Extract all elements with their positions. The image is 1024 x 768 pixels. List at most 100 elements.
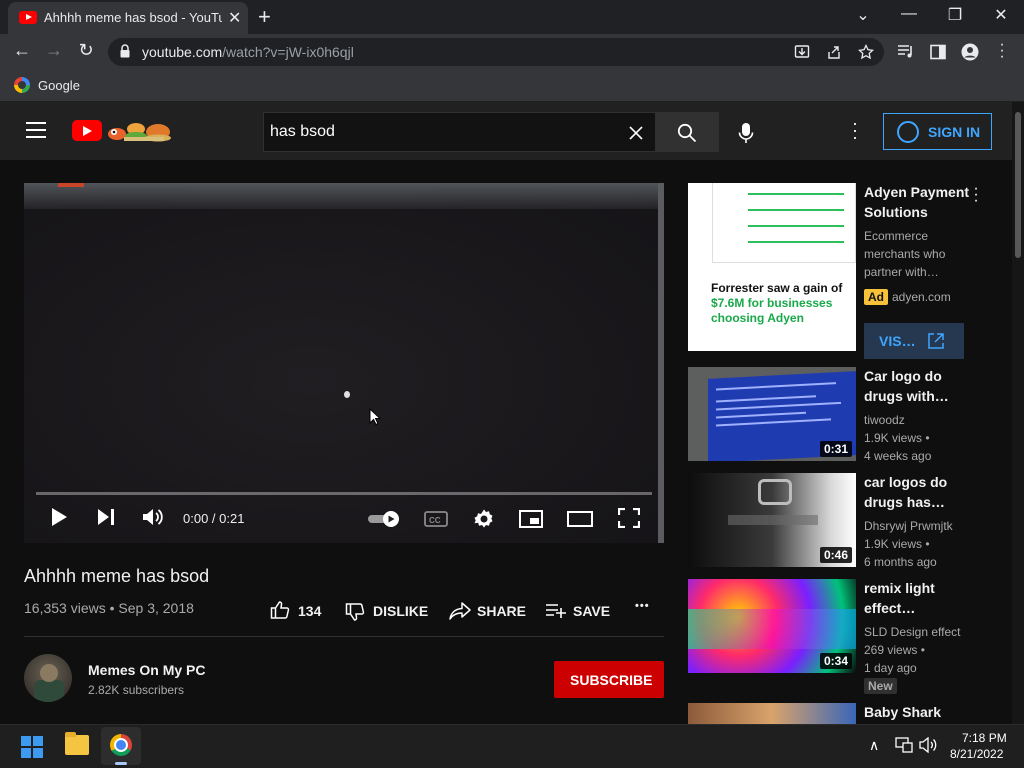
bookmark-google[interactable]: Google [38, 78, 80, 93]
search-input[interactable] [264, 113, 624, 151]
related-channel[interactable]: Dhsrywj Prwmjtk [864, 517, 976, 535]
fullscreen-icon[interactable] [618, 508, 640, 528]
ad-title[interactable]: Adyen Payment Solutions [864, 182, 976, 222]
forward-button[interactable]: → [42, 40, 66, 61]
like-count: 134 [298, 603, 322, 619]
settings-gear-icon[interactable] [473, 508, 495, 530]
thumbs-up-icon [270, 601, 290, 619]
miniplayer-icon[interactable] [519, 510, 543, 528]
ad-doc-box [712, 183, 856, 263]
voice-search-button[interactable] [727, 114, 765, 152]
thumbs-down-icon [345, 603, 365, 621]
sign-in-button[interactable]: SIGN IN [883, 113, 992, 150]
ad-domain: adyen.com [892, 290, 951, 304]
mouse-cursor-icon [369, 408, 381, 426]
clear-search-icon[interactable] [628, 125, 644, 141]
related-title[interactable]: remix light effect… [864, 578, 976, 618]
subscribe-button[interactable]: SUBSCRIBE [554, 661, 664, 698]
more-actions-button[interactable]: ••• [635, 600, 650, 612]
volume-icon[interactable] [142, 507, 164, 527]
dislike-label: DISLIKE [373, 603, 429, 619]
search-box[interactable] [263, 112, 656, 152]
close-window-button[interactable]: ✕ [986, 5, 1016, 25]
page-scrollbar[interactable] [1012, 102, 1024, 724]
related-channel[interactable]: SLD Design effect [864, 623, 976, 641]
autoplay-toggle-icon[interactable] [367, 510, 401, 528]
captions-icon[interactable]: CC [424, 511, 448, 527]
video-duration: 0:31 [819, 441, 852, 457]
related-views: 269 views • [864, 643, 925, 657]
tray-chevron-icon[interactable]: ∧ [869, 737, 879, 754]
install-app-icon[interactable] [794, 44, 810, 60]
related-channel[interactable]: tiwoodz [864, 411, 976, 429]
related-thumbnail[interactable]: 0:34 [688, 579, 856, 673]
video-edge [658, 183, 664, 543]
chrome-taskbar-button[interactable] [101, 727, 141, 765]
channel-avatar[interactable] [24, 654, 72, 702]
scrollbar-thumb[interactable] [1015, 112, 1021, 258]
video-frame[interactable] [24, 183, 664, 543]
browser-tab[interactable]: Ahhhh meme has bsod - YouTube ✕ [8, 2, 248, 34]
windows-start-icon[interactable] [21, 736, 43, 758]
related-thumbnail[interactable]: 0:46 [688, 473, 856, 567]
ad-thumbnail[interactable]: Forrester saw a gain of $7.6M for busine… [688, 183, 856, 351]
progress-bar[interactable] [36, 492, 652, 495]
settings-more-icon[interactable]: · · · [848, 114, 862, 146]
avatar-head [40, 664, 58, 682]
video-top-glow [24, 183, 664, 209]
clock-time[interactable]: 7:18 PM [962, 731, 1007, 745]
bookmark-star-icon[interactable] [858, 44, 874, 60]
related-thumbnail[interactable]: 0:31 [688, 367, 856, 461]
youtube-favicon-icon [19, 11, 37, 24]
clock-date[interactable]: 8/21/2022 [950, 747, 1003, 761]
search-button[interactable] [655, 112, 719, 152]
tab-title: Ahhhh meme has bsod - YouTube [44, 10, 222, 25]
video-player[interactable]: 0:00 / 0:21 CC [24, 183, 664, 543]
youtube-header: ··· SIGN IN [0, 102, 1012, 160]
related-title[interactable]: Car logo do drugs with… [864, 366, 976, 406]
ad-more-icon[interactable]: · · · [970, 181, 982, 209]
share-page-icon[interactable] [826, 44, 842, 60]
google-icon[interactable] [14, 77, 30, 93]
youtube-doodle-logo[interactable] [106, 120, 172, 142]
related-title[interactable]: Baby Shark [864, 702, 976, 722]
hamburger-menu-icon[interactable] [26, 122, 46, 138]
media-queue-icon[interactable] [897, 44, 915, 60]
save-label: SAVE [573, 603, 611, 619]
reload-button[interactable]: ↻ [74, 40, 98, 61]
profile-icon[interactable] [961, 43, 979, 61]
play-icon[interactable] [50, 507, 68, 527]
related-title[interactable]: car logos do drugs has… [864, 472, 976, 512]
minimize-button[interactable]: — [894, 5, 924, 23]
speaker-icon[interactable] [919, 737, 939, 753]
related-age: 6 months ago [864, 555, 937, 569]
browser-menu-icon[interactable]: · · · [998, 37, 1006, 65]
video-duration: 0:46 [819, 547, 852, 563]
file-explorer-icon[interactable] [65, 732, 89, 755]
visit-site-button[interactable]: VIS… [864, 323, 964, 359]
related-views: 1.9K views • [864, 431, 930, 445]
tab-search-button[interactable]: ⌄ [848, 5, 878, 25]
theater-mode-icon[interactable] [567, 511, 593, 527]
svg-text:CC: CC [429, 516, 441, 525]
new-tab-button[interactable]: + [258, 4, 271, 30]
bookmarks-bar: Google [0, 70, 1024, 102]
address-bar[interactable]: youtube.com/watch?v=jW-ix0h6qjl [108, 38, 884, 66]
honda-logo [758, 479, 792, 505]
tab-close-icon[interactable]: ✕ [228, 8, 241, 28]
next-video-icon[interactable] [96, 507, 116, 527]
video-title: Ahhhh meme has bsod [24, 566, 210, 586]
channel-name[interactable]: Memes On My PC [88, 662, 205, 678]
lock-icon[interactable] [120, 44, 130, 58]
url-text[interactable]: youtube.com/watch?v=jW-ix0h6qjl [142, 44, 354, 60]
related-thumbnail[interactable] [688, 703, 856, 724]
ad-badge: Ad [864, 289, 888, 305]
restore-button[interactable]: ❐ [940, 5, 970, 25]
url-host: youtube.com [142, 44, 223, 60]
browser-title-bar: Ahhhh meme has bsod - YouTube ✕ + ⌄ — ❐ … [0, 0, 1024, 34]
network-icon[interactable] [895, 737, 913, 753]
back-button[interactable]: ← [10, 40, 34, 61]
youtube-logo[interactable] [72, 120, 102, 141]
search-icon [677, 123, 697, 143]
side-panel-icon[interactable] [930, 44, 946, 60]
